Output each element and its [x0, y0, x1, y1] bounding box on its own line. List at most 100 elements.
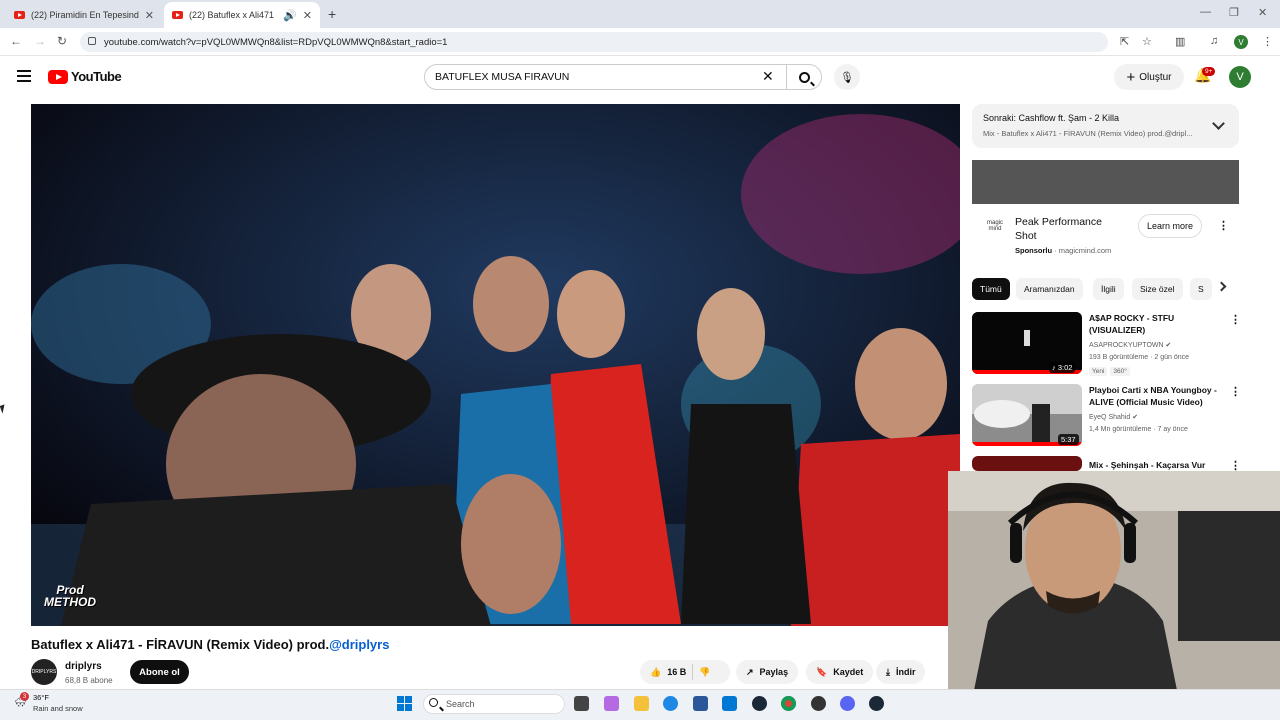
chrome-menu-icon[interactable]: ⋮	[1262, 35, 1273, 48]
install-icon[interactable]: ⇱	[1120, 35, 1129, 48]
back-icon[interactable]: ←	[10, 34, 22, 48]
more-options-icon[interactable]: ⋮	[1218, 219, 1229, 232]
site-info-icon[interactable]	[88, 37, 96, 45]
like-button[interactable]: 👍 16 B	[650, 667, 686, 678]
related-title[interactable]: A$AP ROCKY - STFU (VISUALIZER)	[1089, 312, 1225, 336]
youtube-logo[interactable]: YouTube	[48, 69, 122, 84]
microphone-icon: 🎙	[840, 71, 854, 84]
producer-link[interactable]: @driplyrs	[329, 637, 389, 652]
mail-icon[interactable]	[722, 696, 737, 711]
save-button[interactable]: 🔖 Kaydet	[806, 660, 874, 684]
tab-title: (22) Piramidin En Tepesindeki A...	[31, 10, 139, 20]
webcam-image	[948, 471, 1280, 720]
chrome-icon[interactable]	[781, 696, 796, 711]
edge-icon[interactable]	[663, 696, 678, 711]
chip-truncated[interactable]: S	[1190, 278, 1212, 300]
reload-icon[interactable]: ↻	[57, 34, 67, 48]
related-title[interactable]: Playboi Carti x NBA Youngboy - ALIVE (Of…	[1089, 384, 1225, 408]
search-icon	[799, 71, 810, 83]
learn-more-button[interactable]: Learn more	[1138, 214, 1202, 238]
video-player[interactable]	[31, 104, 960, 626]
minimize-icon[interactable]: —	[1200, 6, 1211, 18]
copilot-icon[interactable]	[604, 696, 619, 711]
channel-name[interactable]: driplyrs	[65, 661, 102, 672]
duration-badge: ♪ 3:02	[1049, 362, 1076, 373]
address-bar[interactable]: youtube.com/watch?v=pVQL0WMWQn8&list=RDp…	[80, 32, 1108, 52]
next-up-panel[interactable]	[972, 104, 1239, 148]
media-control-icon[interactable]: ♫	[1210, 35, 1218, 47]
chip-related[interactable]: İlgili	[1093, 278, 1124, 300]
tab-title: (22) Batuflex x Ali471 - FİRAV...	[189, 10, 277, 20]
discord-icon[interactable]	[840, 696, 855, 711]
related-title[interactable]: Mix - Şehinşah - Kaçarsa Vur	[1089, 459, 1225, 471]
clear-search-icon[interactable]: ✕	[762, 68, 774, 85]
steam-icon[interactable]	[869, 696, 884, 711]
user-avatar[interactable]: V	[1229, 66, 1251, 88]
ad-domain: magicmind.com	[1058, 246, 1112, 255]
tag-new: Yeni	[1089, 367, 1108, 376]
search-placeholder: Search	[446, 699, 475, 709]
youtube-wordmark: YouTube	[71, 69, 122, 84]
taskbar-search[interactable]: Search	[423, 694, 565, 714]
next-up-title: Sonraki: Cashflow ft. Şam - 2 Killa	[983, 113, 1120, 123]
chevron-right-icon[interactable]	[1216, 281, 1227, 292]
file-explorer-icon[interactable]	[634, 696, 649, 711]
weather-temperature[interactable]: 36°F	[33, 693, 49, 702]
duration-text: 3:02	[1057, 363, 1073, 372]
close-tab-icon[interactable]: ✕	[145, 9, 154, 22]
notification-count-badge: 9+	[1202, 67, 1216, 76]
youtube-play-icon	[48, 69, 68, 84]
search-button[interactable]	[786, 64, 822, 90]
share-button[interactable]: ↗ Paylaş	[736, 660, 799, 684]
channel-name: EyeQ Shahid	[1089, 414, 1131, 421]
chrome-profile-avatar[interactable]: V	[1234, 35, 1248, 49]
speaker-icon[interactable]: 🔊	[283, 9, 297, 22]
app-icon[interactable]	[811, 696, 826, 711]
close-window-icon[interactable]: ✕	[1258, 6, 1267, 19]
next-up-subtitle: Mix - Batuflex x Ali471 - FİRAVUN (Remix…	[983, 129, 1193, 138]
ad-banner-image[interactable]	[972, 160, 1239, 204]
bookmark-star-icon[interactable]: ☆	[1142, 35, 1152, 48]
channel-name: ASAPROCKYUPTOWN	[1089, 342, 1164, 349]
create-label: Oluştur	[1139, 71, 1172, 83]
webcam-overlay	[948, 471, 1280, 720]
related-meta: 193 B görüntüleme · 2 gün önce	[1089, 354, 1190, 361]
weather-description[interactable]: Rain and snow	[33, 704, 83, 713]
hamburger-menu-icon[interactable]	[17, 70, 31, 82]
browser-tab-2[interactable]: (22) Batuflex x Ali471 - FİRAV... 🔊 ✕	[164, 2, 320, 28]
taskbar-search-icon	[429, 698, 438, 707]
subscribe-button[interactable]: Abone ol	[130, 660, 189, 684]
thumbs-up-icon: 👍	[650, 666, 662, 677]
chip-for-you[interactable]: Size özel	[1132, 278, 1183, 300]
thumbs-down-icon[interactable]: 👎	[699, 667, 710, 678]
store-icon[interactable]	[693, 696, 708, 711]
tag-360: 360°	[1110, 367, 1130, 376]
ad-advertiser-logo: magic mind	[986, 220, 1003, 232]
channel-avatar[interactable]: DRIPLYRS	[31, 659, 57, 685]
mouse-cursor-icon	[0, 404, 8, 414]
maximize-icon[interactable]: ❐	[1229, 6, 1239, 19]
forward-icon[interactable]: →	[34, 34, 46, 48]
chip-from-search[interactable]: Aramanızdan	[1016, 278, 1083, 300]
task-view-icon[interactable]	[574, 696, 589, 711]
close-tab-icon[interactable]: ✕	[303, 9, 312, 22]
voice-search-button[interactable]: 🎙	[834, 64, 860, 90]
like-dislike-group: 👍 16 B 👎	[640, 660, 730, 684]
prod-method-watermark: Prod METHOD	[44, 583, 96, 609]
related-thumbnail[interactable]	[972, 456, 1082, 471]
browser-tab-1[interactable]: (22) Piramidin En Tepesindeki A... ✕	[6, 2, 162, 28]
steam-icon[interactable]	[752, 696, 767, 711]
download-button[interactable]: ⤓ İndir	[876, 660, 926, 684]
ad-title[interactable]: Peak Performance Shot	[1015, 215, 1125, 243]
related-channel[interactable]: EyeQ Shahid ✔	[1089, 413, 1138, 421]
chip-all[interactable]: Tümü	[972, 278, 1010, 300]
more-options-icon[interactable]: ⋮	[1230, 313, 1241, 326]
create-button[interactable]: + Oluştur	[1114, 64, 1184, 90]
more-options-icon[interactable]: ⋮	[1230, 385, 1241, 398]
related-channel[interactable]: ASAPROCKYUPTOWN ✔	[1089, 341, 1171, 349]
new-tab-button[interactable]: +	[328, 6, 336, 22]
side-panel-icon[interactable]: ▥	[1175, 35, 1185, 48]
windows-start-icon[interactable]	[397, 696, 412, 711]
duration-badge: 5:37	[1058, 434, 1079, 445]
sponsored-label: Sponsorlu	[1015, 246, 1053, 255]
